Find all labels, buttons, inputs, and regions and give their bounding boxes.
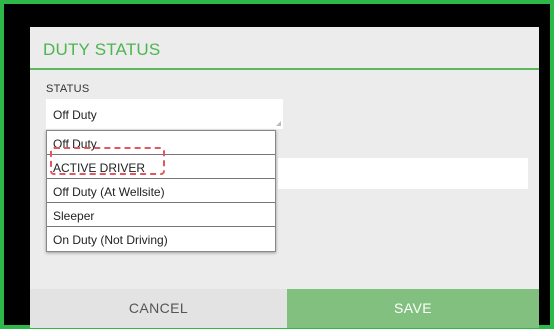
cancel-button[interactable]: CANCEL: [30, 289, 287, 328]
dialog-title: DUTY STATUS: [43, 40, 161, 59]
dropdown-option-active-driver[interactable]: ACTIVE DRIVER: [47, 155, 275, 179]
dropdown-option-on-duty-not-driving[interactable]: On Duty (Not Driving): [47, 227, 275, 251]
select-corner-icon: [276, 121, 281, 126]
dropdown-option-off-duty-wellsite[interactable]: Off Duty (At Wellsite): [47, 179, 275, 203]
screenshot-frame: DUTY STATUS STATUS Off Duty Off Duty ACT…: [0, 0, 554, 329]
dropdown-option-off-duty[interactable]: Off Duty: [47, 131, 275, 155]
status-select[interactable]: Off Duty: [46, 99, 283, 129]
duty-status-dialog: DUTY STATUS STATUS Off Duty Off Duty ACT…: [30, 27, 539, 328]
status-label: STATUS: [46, 83, 90, 95]
status-selected-value: Off Duty: [53, 108, 97, 122]
status-dropdown-list: Off Duty ACTIVE DRIVER Off Duty (At Well…: [46, 130, 276, 252]
secondary-input-field[interactable]: [278, 158, 528, 189]
save-button[interactable]: SAVE: [287, 289, 539, 328]
dropdown-option-sleeper[interactable]: Sleeper: [47, 203, 275, 227]
title-divider: [30, 68, 539, 70]
